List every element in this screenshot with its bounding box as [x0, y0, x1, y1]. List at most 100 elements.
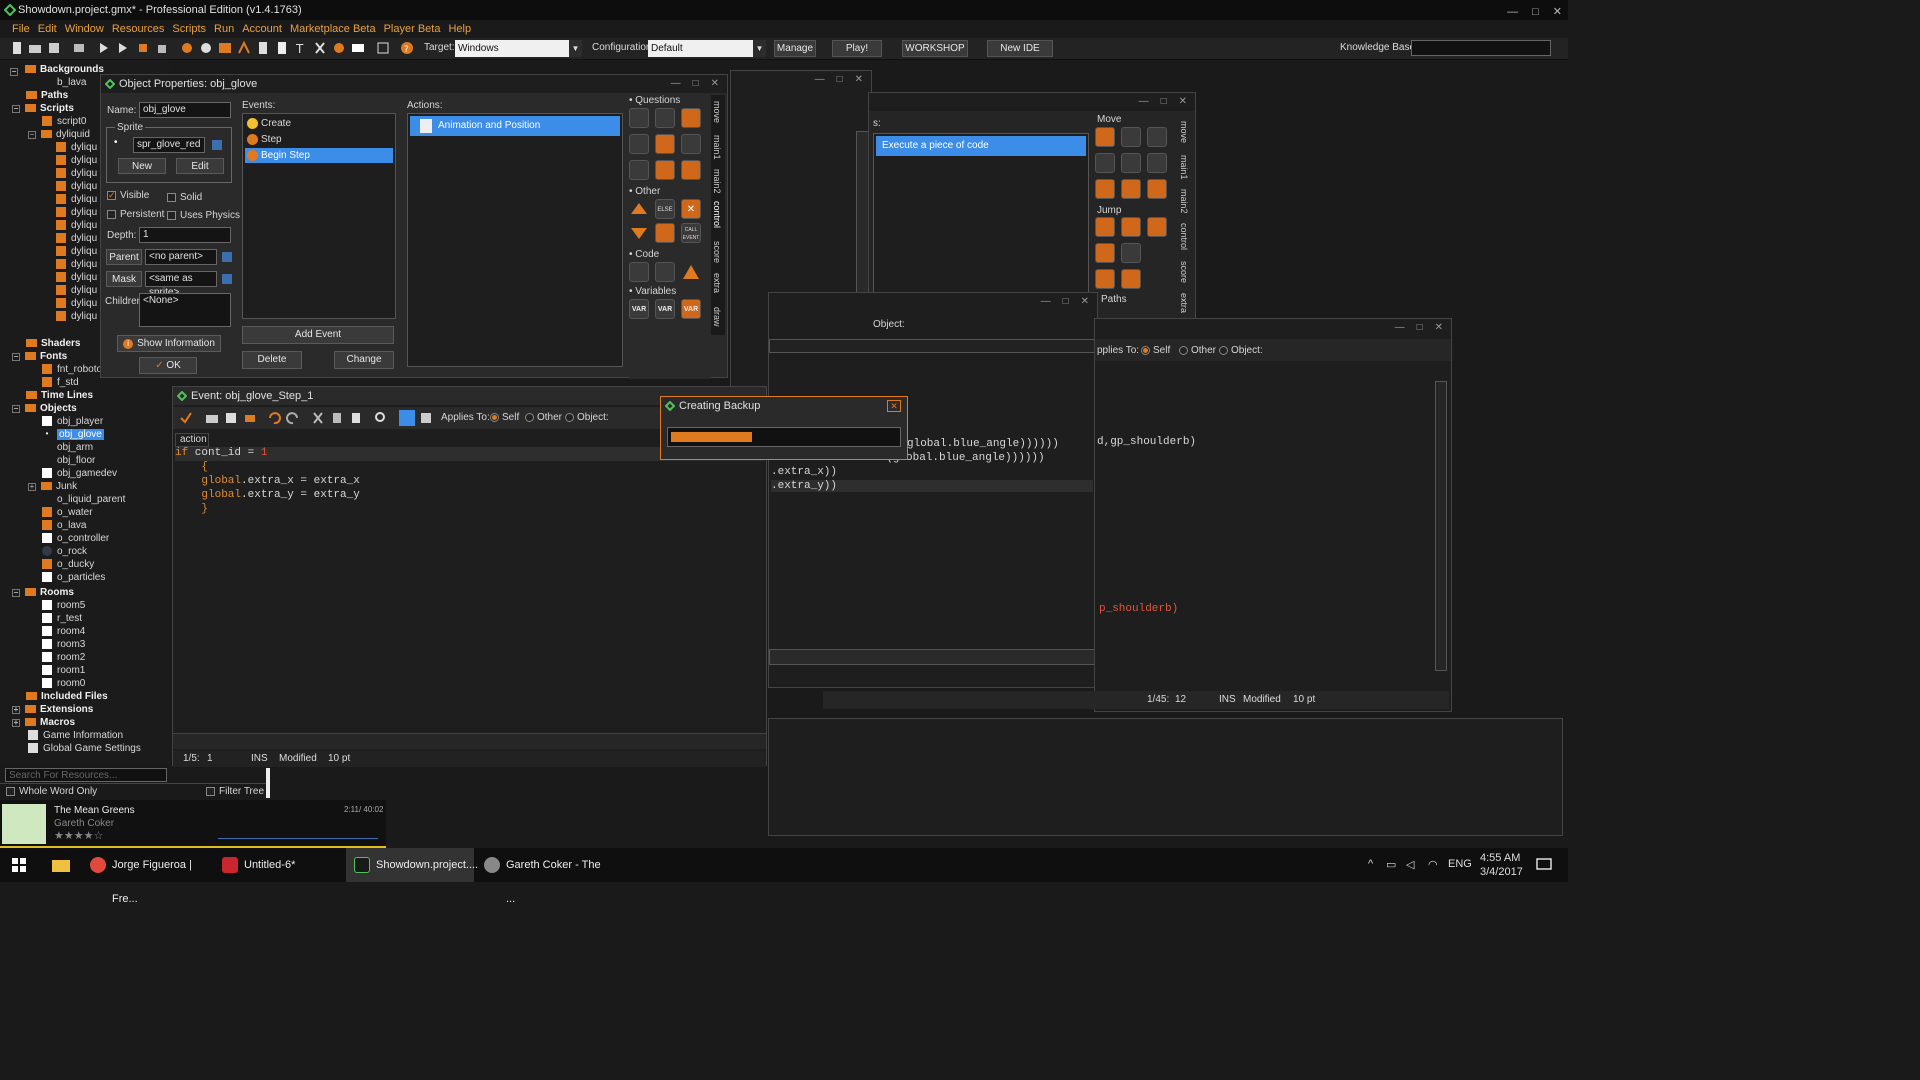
tree-item[interactable]: dyliqu: [56, 258, 97, 271]
rating-stars-icon[interactable]: ★★★★☆: [54, 829, 103, 842]
tree-item[interactable]: o_controller: [42, 532, 109, 545]
config-select[interactable]: Default ▼: [648, 40, 766, 57]
paste-icon[interactable]: [349, 411, 363, 425]
taskbar-music[interactable]: Gareth Coker - The ...: [476, 848, 606, 905]
tree-rooms[interactable]: − Rooms: [12, 586, 74, 599]
close-button[interactable]: ✕: [1553, 2, 1562, 22]
comment-warning-icon[interactable]: [681, 262, 701, 282]
parent-input[interactable]: <no parent>: [145, 249, 217, 265]
script-icon[interactable]: [256, 41, 270, 55]
friction-icon[interactable]: [1147, 179, 1167, 199]
tree-item[interactable]: room5: [42, 599, 85, 612]
else-icon[interactable]: ELSE: [655, 199, 675, 219]
start-block-icon[interactable]: [629, 199, 649, 219]
wifi-icon[interactable]: ◠: [1428, 858, 1438, 871]
object-icon[interactable]: [332, 41, 346, 55]
tree-backgrounds[interactable]: − Backgrounds: [10, 63, 104, 76]
event-create[interactable]: Create: [245, 116, 393, 131]
tree-item[interactable]: dyliqu: [56, 271, 97, 284]
check-collision-icon[interactable]: [655, 108, 675, 128]
execute-code-icon[interactable]: [629, 262, 649, 282]
menu-scripts[interactable]: Scripts: [172, 20, 206, 38]
room-icon[interactable]: [351, 41, 365, 55]
shader-icon[interactable]: [275, 41, 289, 55]
tree-item[interactable]: o_particles: [42, 571, 105, 584]
jump-start-icon[interactable]: [1121, 217, 1141, 237]
tab-main1[interactable]: main1: [712, 135, 722, 160]
maximize-button[interactable]: □: [693, 75, 699, 93]
tree-timelines[interactable]: Time Lines: [26, 389, 93, 402]
maximize-button[interactable]: □: [1532, 2, 1539, 22]
print-icon[interactable]: [243, 411, 257, 425]
chevron-up-icon[interactable]: ^: [1368, 858, 1373, 870]
new-sprite-button[interactable]: New: [118, 158, 166, 174]
tree-item[interactable]: obj_player: [42, 415, 103, 428]
filter-tree-checkbox[interactable]: Filter Tree: [206, 786, 264, 797]
tab-main2[interactable]: main2: [1179, 189, 1189, 214]
action-item[interactable]: Animation and Position: [410, 116, 620, 136]
tree-item[interactable]: dyliqu: [56, 310, 97, 323]
tree-item[interactable]: o_lava: [42, 519, 86, 532]
hscrollbar[interactable]: [769, 649, 1095, 665]
debug-icon[interactable]: [116, 41, 130, 55]
tree-item[interactable]: dyliqu: [56, 167, 97, 180]
tree-item-selected[interactable]: • obj_glove: [42, 428, 104, 441]
visible-checkbox[interactable]: ✓ Visible: [107, 190, 149, 201]
tab-score[interactable]: score: [712, 241, 722, 263]
sound-icon[interactable]: [199, 41, 213, 55]
tree-item[interactable]: dyliqu: [56, 193, 97, 206]
tab-move[interactable]: move: [712, 101, 722, 123]
hscrollbar[interactable]: [173, 733, 766, 749]
tree-item[interactable]: dyliqu: [56, 245, 97, 258]
tree-fonts[interactable]: − Fonts: [12, 350, 67, 363]
settings-icon[interactable]: [376, 41, 390, 55]
timeline-icon[interactable]: [313, 41, 327, 55]
tab-action[interactable]: action: [175, 433, 209, 447]
stop-icon[interactable]: [136, 41, 150, 55]
tree-item[interactable]: + Junk: [28, 480, 77, 493]
cut-icon[interactable]: [311, 411, 325, 425]
path-icon[interactable]: [237, 41, 251, 55]
test-variable-icon[interactable]: VAR: [655, 299, 675, 319]
tree-item[interactable]: room0: [42, 677, 85, 690]
mask-browse-icon[interactable]: [221, 273, 233, 285]
maximize-button[interactable]: □: [1063, 293, 1069, 311]
manage-button[interactable]: Manage: [774, 40, 816, 57]
save-icon[interactable]: [47, 41, 61, 55]
add-event-button[interactable]: Add Event: [242, 326, 394, 344]
language-indicator[interactable]: ENG: [1448, 858, 1472, 870]
tree-item[interactable]: dyliqu: [56, 219, 97, 232]
tree-item[interactable]: o_rock: [42, 545, 87, 558]
menu-run[interactable]: Run: [214, 20, 234, 38]
menu-window[interactable]: Window: [65, 20, 104, 38]
close-button[interactable]: ✕: [855, 71, 863, 89]
tree-item[interactable]: dyliqu: [56, 154, 97, 167]
call-event-icon[interactable]: CALL EVENT: [681, 223, 701, 243]
taskbar-gamemaker[interactable]: Showdown.project....: [346, 848, 478, 882]
name-input[interactable]: obj_glove: [139, 102, 231, 118]
set-variable-icon[interactable]: VAR: [629, 299, 649, 319]
tree-item[interactable]: room1: [42, 664, 85, 677]
delete-event-button[interactable]: Delete: [242, 351, 302, 369]
object-radio[interactable]: Object:: [1219, 345, 1263, 356]
minimize-button[interactable]: —: [1507, 2, 1518, 22]
resource-search-input[interactable]: Search For Resources...: [5, 768, 167, 782]
tree-item[interactable]: fnt_roboto: [42, 363, 102, 376]
tree-item[interactable]: r_test: [42, 612, 82, 625]
exit-event-icon[interactable]: ✕: [681, 199, 701, 219]
tree-objects[interactable]: − Objects: [12, 402, 77, 415]
track-progress[interactable]: [218, 838, 378, 839]
tree-item[interactable]: b_lava: [42, 76, 86, 89]
clock-time[interactable]: 4:55 AM: [1480, 852, 1520, 864]
menu-player[interactable]: Player Beta: [384, 20, 441, 38]
close-button[interactable]: ✕: [1435, 319, 1443, 337]
workshop-button[interactable]: WORKSHOP: [902, 40, 968, 57]
tab-main1[interactable]: main1: [1179, 155, 1189, 180]
tree-game-info[interactable]: Game Information: [28, 729, 123, 742]
run-icon[interactable]: [97, 41, 111, 55]
tree-item[interactable]: − dyliquid: [28, 128, 90, 141]
mask-button[interactable]: Mask: [106, 271, 142, 287]
close-button[interactable]: ✕: [711, 75, 719, 93]
move-contact-icon[interactable]: [1095, 269, 1115, 289]
menu-resources[interactable]: Resources: [112, 20, 165, 38]
